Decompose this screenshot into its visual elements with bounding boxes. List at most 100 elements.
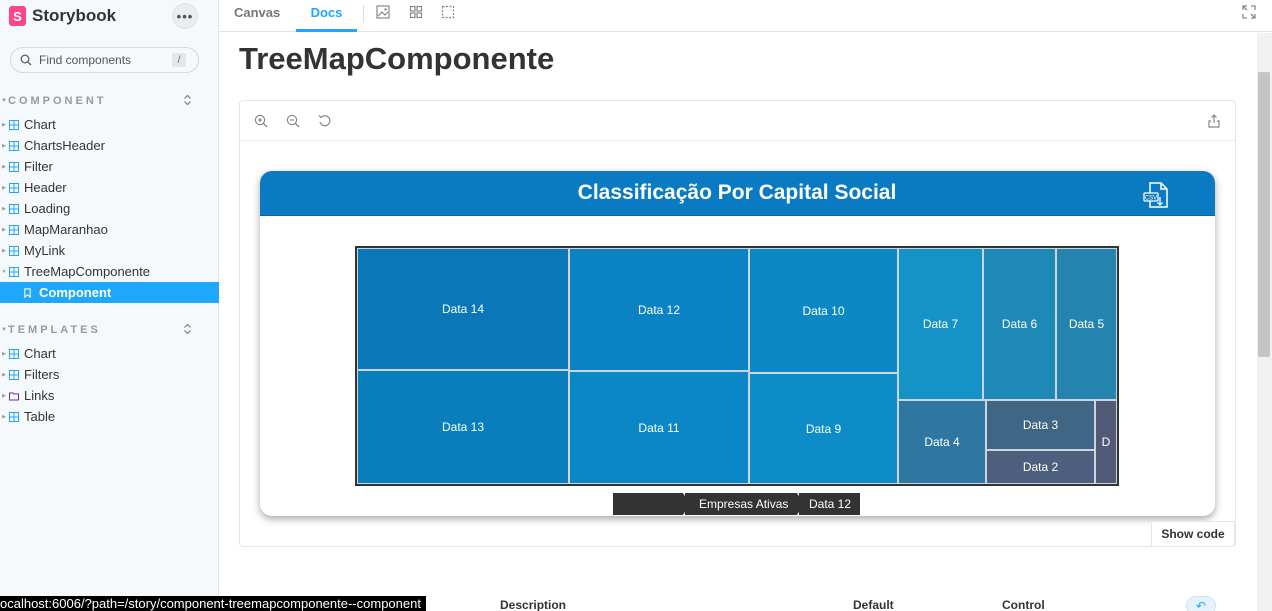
section-title: TEMPLATES <box>8 324 101 336</box>
sidebar-item-chart[interactable]: ▶ Chart <box>0 114 219 135</box>
fullscreen-icon[interactable] <box>1242 5 1256 19</box>
sidebar-item-chartsheader[interactable]: ▶ ChartsHeader <box>0 135 219 156</box>
sidebar-item-header[interactable]: ▶ Header <box>0 177 219 198</box>
breadcrumb-empresas-ativas[interactable]: Empresas Ativas <box>685 493 804 515</box>
status-bar-url: ocalhost:6006/?path=/story/component-tre… <box>0 596 426 611</box>
expand-collapse-icon[interactable] <box>183 323 192 335</box>
component-icon <box>9 161 19 172</box>
caret-right-icon: ▶ <box>2 121 6 128</box>
sidebar-item-filter[interactable]: ▶ Filter <box>0 156 219 177</box>
menu-button[interactable]: ••• <box>172 3 198 29</box>
story-preview: Classificação Por Capital Social CSV Dat… <box>239 100 1236 547</box>
sidebar-item-label: Loading <box>24 201 71 216</box>
templates-nav-list: ▶ Chart ▶ Filters ▶ Links ▶ Table <box>0 343 219 427</box>
treemap-cell[interactable]: Data 3 <box>986 400 1095 450</box>
sidebar-item-label: Filters <box>24 367 60 382</box>
caret-right-icon: ▶ <box>2 371 6 378</box>
treemap-cell[interactable]: Data 9 <box>749 373 898 484</box>
sidebar-item-treemapcomponente[interactable]: ▼ TreeMapComponente <box>0 261 219 282</box>
caret-right-icon: ▶ <box>2 247 6 254</box>
preview-toolbar <box>240 101 1235 141</box>
section-header-templates[interactable]: ▼ TEMPLATES <box>0 323 200 337</box>
component-icon <box>9 224 19 235</box>
sidebar: S Storybook ••• / ▼ COMPONENT ▶ Chart ▶ Ch… <box>0 0 219 611</box>
bookmark-icon <box>24 287 31 298</box>
sidebar-item-label: Table <box>24 409 56 424</box>
caret-right-icon: ▶ <box>2 142 6 149</box>
sidebar-item-label: Header <box>24 180 67 195</box>
expand-collapse-icon[interactable] <box>183 94 192 106</box>
sidebar-item-filters[interactable]: ▶ Filters <box>0 364 219 385</box>
sidebar-item-loading[interactable]: ▶ Loading <box>0 198 219 219</box>
sidebar-item-component-story[interactable]: Component <box>0 282 219 303</box>
breadcrumb-root[interactable] <box>613 493 690 515</box>
breadcrumb-data-12[interactable]: Data 12 <box>799 493 860 515</box>
page-title: TreeMapComponente <box>239 41 555 76</box>
component-icon <box>9 245 19 256</box>
sidebar-item-mylink[interactable]: ▶ MyLink <box>0 240 219 261</box>
treemap-cell[interactable]: D <box>1095 400 1117 484</box>
zoom-in-icon[interactable] <box>254 114 268 128</box>
treemap-cell[interactable]: Data 2 <box>986 450 1095 484</box>
component-icon <box>9 369 19 380</box>
scrollbar-thumb[interactable] <box>1258 72 1270 357</box>
treemap-cell[interactable]: Data 10 <box>749 248 898 373</box>
tab-canvas[interactable]: Canvas <box>234 0 280 32</box>
search-box[interactable]: / <box>10 47 199 73</box>
outline-icon[interactable] <box>441 5 455 19</box>
search-input[interactable] <box>39 53 169 67</box>
breadcrumb-arrow <box>797 493 804 515</box>
caret-right-icon: ▶ <box>2 413 6 420</box>
breadcrumb-arrow <box>683 493 690 515</box>
caret-right-icon: ▶ <box>2 163 6 170</box>
grid-icon[interactable] <box>409 5 423 19</box>
sidebar-item-table[interactable]: ▶ Table <box>0 406 219 427</box>
caret-right-icon: ▶ <box>2 205 6 212</box>
card-header: Classificação Por Capital Social CSV <box>260 171 1215 216</box>
toolbar-divider <box>363 5 364 23</box>
search-icon <box>20 54 32 66</box>
treemap-cell[interactable]: Data 4 <box>898 400 986 484</box>
image-icon[interactable] <box>376 5 390 19</box>
sidebar-item-templates-chart[interactable]: ▶ Chart <box>0 343 219 364</box>
zoom-out-icon[interactable] <box>286 114 300 128</box>
treemap-cell[interactable]: Data 14 <box>357 248 569 370</box>
tab-docs[interactable]: Docs <box>296 0 357 32</box>
show-code-button[interactable]: Show code <box>1151 521 1235 547</box>
sidebar-item-label: ChartsHeader <box>24 138 105 153</box>
caret-right-icon: ▶ <box>2 184 6 191</box>
treemap-card: Classificação Por Capital Social CSV Dat… <box>260 171 1215 516</box>
caret-right-icon: ▶ <box>2 392 6 399</box>
args-header-description: Description <box>500 598 567 611</box>
treemap-cell[interactable]: Data 12 <box>569 248 749 371</box>
component-nav-list: ▶ Chart ▶ ChartsHeader ▶ Filter ▶ Header ▶ Lo… <box>0 114 219 303</box>
treemap-breadcrumbs: Empresas Ativas Data 12 <box>613 493 862 515</box>
treemap-cell[interactable]: Data 13 <box>357 370 569 484</box>
share-icon[interactable] <box>1207 114 1221 128</box>
storybook-brand[interactable]: S Storybook <box>9 6 116 26</box>
component-icon <box>9 119 19 130</box>
sidebar-item-label: MyLink <box>24 243 66 258</box>
args-header-default: Default <box>853 598 894 611</box>
sidebar-item-label: Filter <box>24 159 53 174</box>
section-header-component[interactable]: ▼ COMPONENT <box>0 94 200 108</box>
caret-down-icon: ▼ <box>1 327 7 333</box>
sidebar-item-mapmaranhao[interactable]: ▶ MapMaranhao <box>0 219 219 240</box>
sidebar-item-label: Links <box>24 388 55 403</box>
reset-zoom-icon[interactable] <box>318 114 332 128</box>
treemap-cell[interactable]: Data 5 <box>1056 248 1117 400</box>
component-icon <box>9 348 19 359</box>
sidebar-item-label: TreeMapComponente <box>24 264 150 279</box>
args-header-control: Control <box>1002 598 1045 611</box>
reset-controls-button[interactable]: ↶ <box>1186 596 1216 611</box>
treemap-cell[interactable]: Data 6 <box>983 248 1056 400</box>
treemap-cell[interactable]: Data 7 <box>898 248 983 400</box>
sidebar-item-links[interactable]: ▶ Links <box>0 385 219 406</box>
folder-icon <box>9 392 19 400</box>
treemap-cell[interactable]: Data 11 <box>569 371 749 484</box>
breadcrumb-label: Data 12 <box>809 497 852 511</box>
caret-right-icon: ▶ <box>2 350 6 357</box>
storybook-logo-icon: S <box>9 6 26 26</box>
caret-right-icon: ▶ <box>2 226 6 233</box>
csv-download-icon[interactable]: CSV <box>1141 180 1171 210</box>
